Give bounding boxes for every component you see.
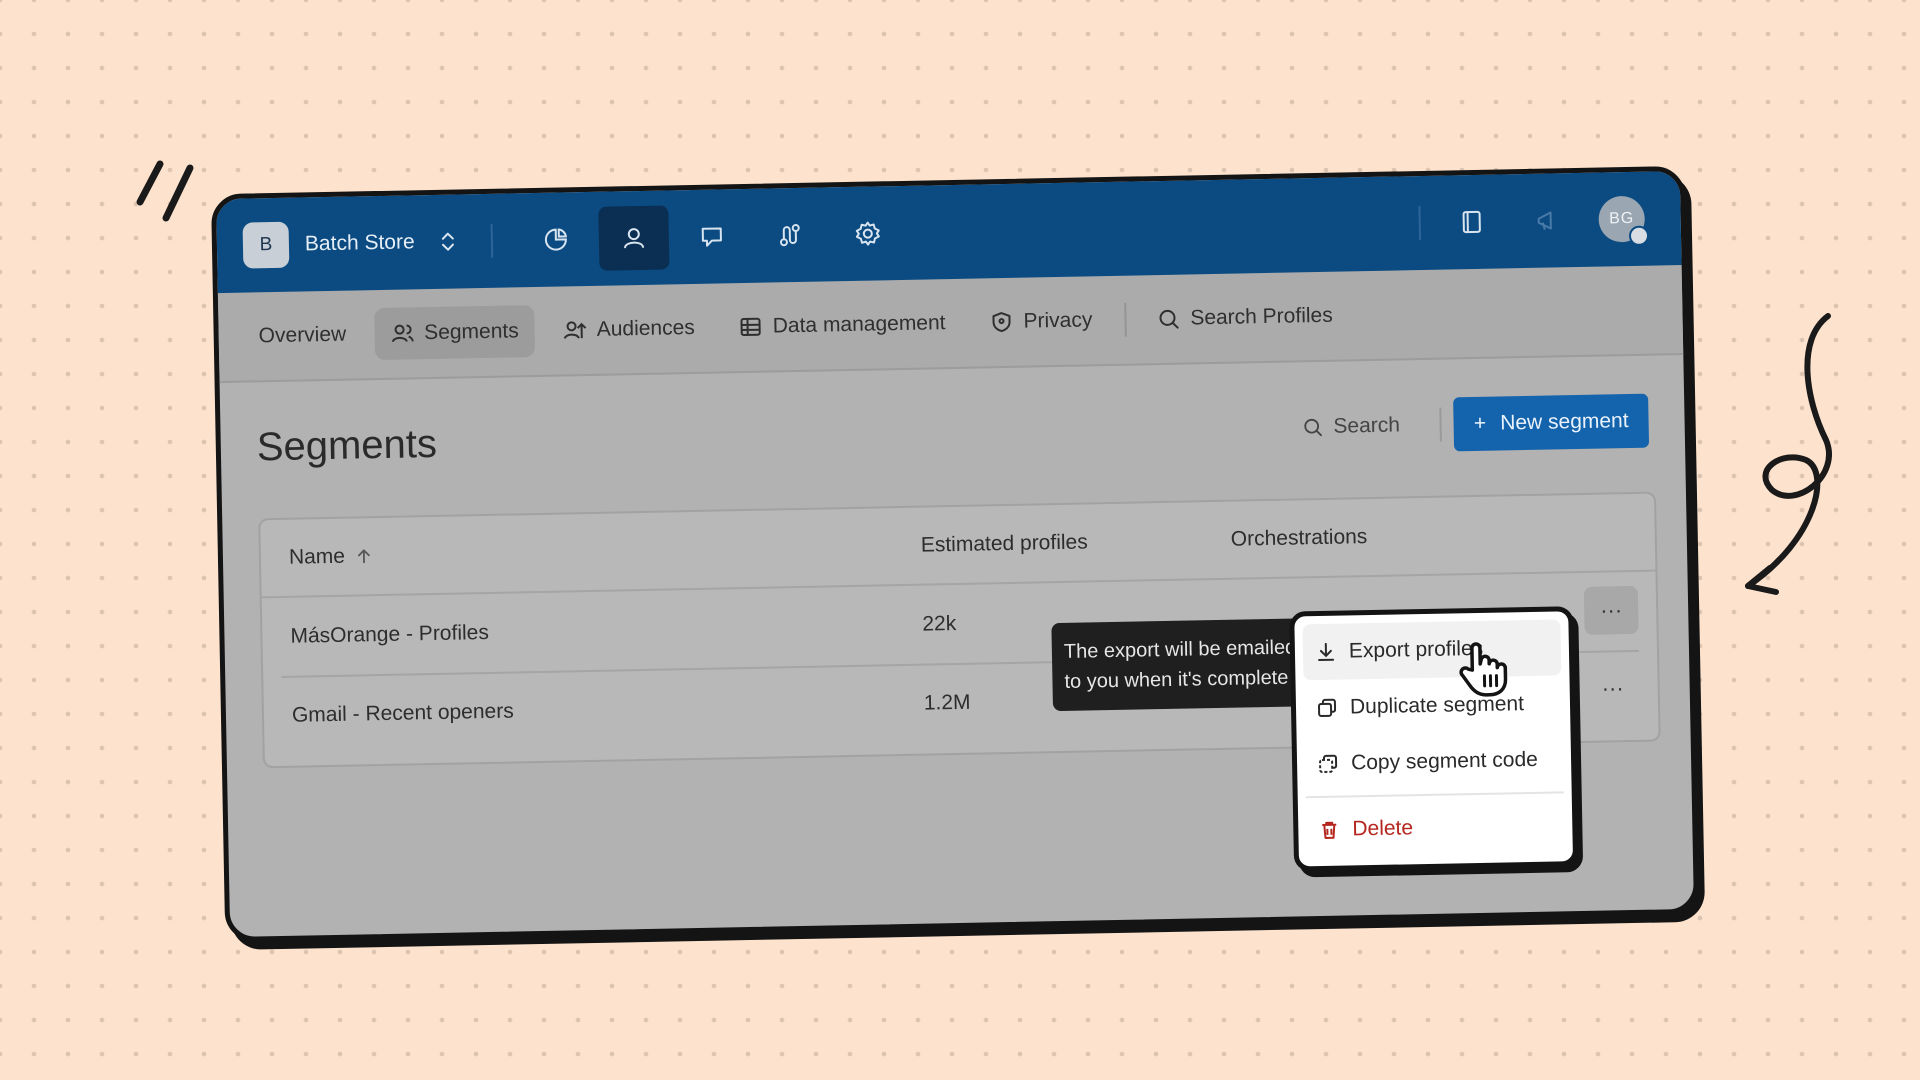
- divider: [1418, 206, 1422, 241]
- hand-pointer-cursor-icon: [1459, 642, 1508, 697]
- automations-icon[interactable]: [754, 202, 825, 267]
- duplicate-icon: [1317, 698, 1337, 718]
- header-actions: Search + New segment: [1301, 393, 1650, 455]
- page-title: Segments: [256, 421, 438, 469]
- segment-name[interactable]: MásOrange - Profiles: [280, 613, 922, 649]
- trash-icon: [1322, 821, 1337, 839]
- tab-segments[interactable]: Segments: [373, 305, 536, 361]
- menu-item-delete[interactable]: Delete: [1306, 797, 1565, 858]
- menu-item-label: Delete: [1352, 816, 1414, 841]
- row-actions-menu: Export profiles Duplicate segment Copy s…: [1289, 606, 1579, 872]
- tab-label: Segments: [423, 319, 519, 345]
- tab-label: Overview: [258, 322, 347, 348]
- search-icon: [1304, 418, 1322, 437]
- sort-ascending-icon: [358, 549, 370, 564]
- page-header: Segments Search + New segment: [256, 356, 1650, 513]
- column-header-name[interactable]: Name: [261, 534, 921, 571]
- download-icon: [1318, 642, 1335, 662]
- divider: [1439, 407, 1443, 442]
- column-header-estimated[interactable]: Estimated profiles: [921, 528, 1231, 558]
- menu-item-copy-segment-code[interactable]: Copy segment code: [1305, 731, 1564, 792]
- table-icon: [740, 317, 761, 337]
- new-segment-button[interactable]: + New segment: [1453, 393, 1650, 452]
- divider: [490, 223, 493, 258]
- store-name[interactable]: Batch Store: [305, 230, 415, 256]
- menu-item-export-profiles[interactable]: Export profiles: [1302, 619, 1562, 681]
- top-bar-right: BG: [1418, 194, 1655, 249]
- chevron-updown-icon[interactable]: [438, 230, 456, 254]
- row-more-button[interactable]: ···: [1585, 664, 1640, 713]
- tab-label: Search Profiles: [1190, 303, 1333, 330]
- segment-name[interactable]: Gmail - Recent openers: [282, 692, 924, 728]
- tab-label: Data management: [772, 311, 946, 338]
- tab-privacy[interactable]: Privacy: [973, 294, 1109, 349]
- search-label: Search: [1333, 413, 1401, 438]
- user-avatar[interactable]: BG: [1598, 195, 1650, 247]
- settings-icon[interactable]: [832, 201, 903, 266]
- search-button[interactable]: Search: [1301, 413, 1400, 439]
- new-segment-label: New segment: [1499, 409, 1629, 435]
- app-window-scene: B Batch Store BG Overview Segments Audie…: [210, 165, 1700, 943]
- column-header-orchestrations[interactable]: Orchestrations: [1231, 522, 1531, 552]
- messages-icon[interactable]: [676, 204, 747, 269]
- divider: [1124, 302, 1127, 337]
- users-icon: [391, 324, 414, 343]
- column-label: Name: [288, 544, 346, 569]
- menu-item-duplicate-segment[interactable]: Duplicate segment: [1303, 675, 1562, 736]
- export-tooltip: The export will be emailed to you when i…: [1051, 618, 1311, 712]
- tab-search-profiles[interactable]: Search Profiles: [1140, 289, 1349, 345]
- tab-data-management[interactable]: Data management: [722, 297, 962, 354]
- copy-code-icon: [1319, 754, 1338, 773]
- row-more-button[interactable]: ···: [1583, 585, 1639, 635]
- search-icon: [1159, 309, 1179, 329]
- avatar-initials: BG: [1608, 209, 1635, 228]
- menu-item-label: Copy segment code: [1350, 747, 1539, 775]
- quote-doodle: [136, 160, 194, 222]
- tab-label: Privacy: [1023, 308, 1093, 333]
- tab-audiences[interactable]: Audiences: [546, 302, 711, 357]
- swirl-arrow-doodle: [1745, 313, 1832, 595]
- tab-label: Audiences: [596, 315, 695, 341]
- plus-icon: +: [1473, 411, 1487, 436]
- profiles-icon[interactable]: [598, 205, 670, 271]
- analytics-icon[interactable]: [520, 207, 591, 272]
- book-icon[interactable]: [1446, 197, 1497, 248]
- avatar-status-icon: [1628, 225, 1650, 247]
- tab-overview[interactable]: Overview: [242, 308, 363, 362]
- store-badge[interactable]: B: [242, 221, 290, 269]
- megaphone-icon[interactable]: [1522, 195, 1573, 246]
- user-up-icon: [563, 321, 587, 339]
- shield-icon: [992, 312, 1011, 333]
